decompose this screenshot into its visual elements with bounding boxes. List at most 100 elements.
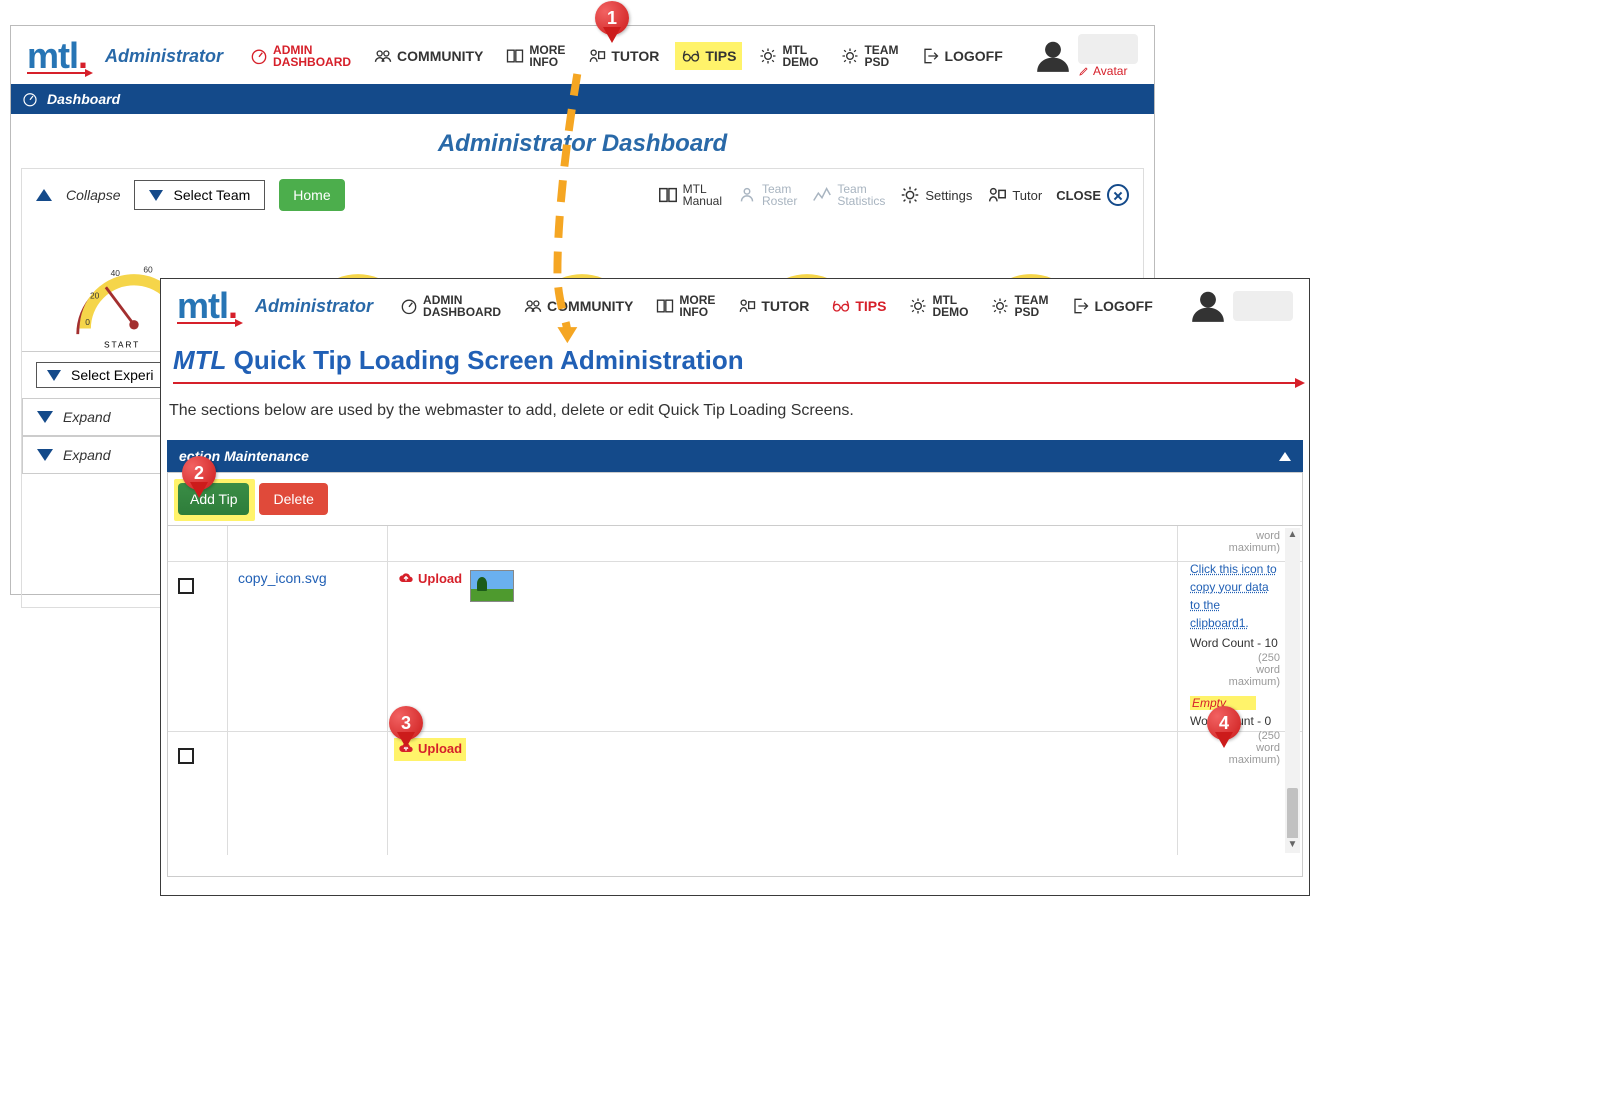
expand-label: Expand: [63, 409, 110, 425]
tool-team-roster[interactable]: TeamRoster: [736, 183, 797, 207]
nav-admin-dashboard[interactable]: ADMINDASHBOARD: [243, 40, 357, 72]
tips-grid: copy_icon.svg Upload: [168, 525, 1302, 855]
avatar-block: [1189, 287, 1293, 325]
page-description: The sections below are used by the webma…: [161, 394, 1309, 440]
logo-underline-arrow: [27, 72, 87, 74]
nav-admin-dashboard[interactable]: ADMINDASHBOARD: [393, 290, 507, 322]
role-label: Administrator: [105, 46, 223, 67]
upload-cell: Upload: [388, 732, 1178, 842]
upload-highlight: Upload: [394, 738, 466, 761]
svg-text:20: 20: [90, 291, 100, 301]
chevron-down-icon: [149, 190, 163, 201]
scroll-up-button[interactable]: ▲: [1285, 528, 1300, 543]
logo: mtl.: [27, 38, 87, 74]
close-button[interactable]: CLOSE: [1056, 184, 1129, 206]
gauge-icon: [21, 90, 39, 108]
tool-team-statistics[interactable]: TeamStatistics: [811, 183, 885, 207]
filename-cell[interactable]: [228, 732, 388, 842]
table-row: Upload: [168, 732, 1302, 842]
collapse-triangle-icon: [1279, 452, 1291, 461]
table-row: copy_icon.svg Upload: [168, 562, 1302, 732]
add-tip-button[interactable]: Add Tip: [178, 483, 249, 515]
nav-community[interactable]: COMMUNITY: [517, 292, 639, 320]
avatar-block: Avatar: [1034, 34, 1138, 78]
dashboard-toolbar: Collapse Select Team Home MTLManual Team…: [22, 169, 1143, 221]
edit-avatar-link[interactable]: Avatar: [1078, 64, 1127, 78]
svg-text:40: 40: [111, 268, 121, 278]
collapse-label: Collapse: [66, 187, 120, 203]
nav-logoff[interactable]: LOGOFF: [914, 42, 1008, 70]
logo: mtl.: [177, 288, 237, 324]
logout-icon: [920, 46, 940, 66]
logo-text: mtl: [177, 285, 228, 326]
pencil-icon: [1078, 65, 1090, 77]
word-count: Word Count - 0: [1190, 714, 1280, 728]
nav-mtl-demo[interactable]: MTLDEMO: [752, 40, 824, 72]
avatar-icon: [1034, 37, 1072, 75]
row-checkbox[interactable]: [178, 578, 194, 594]
front-nav: mtl. Administrator ADMINDASHBOARD COMMUN…: [161, 279, 1309, 331]
nav-team-psd[interactable]: TEAMPSD: [834, 40, 904, 72]
book-icon: [657, 184, 679, 206]
nav-logoff[interactable]: LOGOFF: [1064, 292, 1158, 320]
glasses-icon: [831, 296, 851, 316]
glasses-icon: [681, 46, 701, 66]
back-nav: mtl. Administrator ADMINDASHBOARD COMMUN…: [11, 26, 1154, 84]
nav-tips-highlighted[interactable]: TIPS: [675, 42, 742, 70]
section-heading-label: ection Maintenance: [179, 448, 309, 464]
gear-icon: [840, 46, 860, 66]
dashboard-bar-label: Dashboard: [47, 91, 120, 107]
home-button[interactable]: Home: [279, 179, 344, 211]
admin-dashboard-heading: Administrator Dashboard: [11, 130, 1154, 158]
tool-settings[interactable]: Settings: [899, 184, 972, 206]
nav-team-psd[interactable]: TEAMPSD: [984, 290, 1054, 322]
image-thumbnail: [470, 570, 514, 602]
nav-more-info[interactable]: MOREINFO: [499, 40, 571, 72]
scroll-down-button[interactable]: ▼: [1285, 838, 1300, 853]
avatar-icon: [1189, 287, 1227, 325]
tool-mtl-manual[interactable]: MTLManual: [657, 183, 722, 207]
upload-button-highlighted[interactable]: Upload: [398, 740, 462, 756]
tool-tutor[interactable]: Tutor: [986, 184, 1042, 206]
add-tip-highlight: Add Tip: [174, 479, 255, 521]
upload-button[interactable]: Upload: [398, 570, 462, 586]
logout-icon: [1070, 296, 1090, 316]
gear-icon: [990, 296, 1010, 316]
empty-label[interactable]: Empty: [1192, 696, 1226, 710]
title-arrow-divider: [173, 382, 1297, 384]
close-icon: [1107, 184, 1129, 206]
row-checkbox[interactable]: [178, 748, 194, 764]
nav-more-info[interactable]: MOREINFO: [649, 290, 721, 322]
select-team-dropdown[interactable]: Select Team: [134, 180, 265, 210]
select-experiment-dropdown[interactable]: Select Experi: [36, 362, 164, 388]
section-body: Add Tip Delete copy_icon.svg Upload: [167, 472, 1303, 877]
filename-cell[interactable]: copy_icon.svg: [228, 562, 388, 731]
tutor-icon: [986, 184, 1008, 206]
vertical-scrollbar[interactable]: ▲ ▼: [1285, 528, 1300, 853]
nav-tutor[interactable]: TUTOR: [581, 42, 665, 70]
collapse-triangle-icon[interactable]: [36, 189, 52, 201]
grid-header-row: [168, 526, 1302, 562]
people-icon: [736, 184, 758, 206]
section-maintenance-header[interactable]: ection Maintenance: [167, 440, 1303, 472]
expand-label: Expand: [63, 447, 110, 463]
delete-button[interactable]: Delete: [259, 483, 327, 515]
tip-text-link[interactable]: Click this icon to copy your data to the…: [1190, 560, 1280, 632]
nav-community[interactable]: COMMUNITY: [367, 42, 489, 70]
tutor-icon: [737, 296, 757, 316]
nav-tips-active[interactable]: TIPS: [825, 292, 892, 320]
dash-right-tools: MTLManual TeamRoster TeamStatistics Sett…: [657, 183, 1129, 207]
upload-cell: Upload: [388, 562, 1178, 731]
book-icon: [505, 46, 525, 66]
role-label: Administrator: [255, 296, 373, 317]
select-experiment-label: Select Experi: [71, 367, 153, 383]
nav-tutor[interactable]: TUTOR: [731, 292, 815, 320]
logo-underline-arrow: [177, 322, 237, 324]
front-window: mtl. Administrator ADMINDASHBOARD COMMUN…: [160, 278, 1310, 896]
expand-triangle-icon: [37, 449, 53, 461]
svg-text:START: START: [104, 339, 140, 349]
empty-highlight: Empty: [1190, 696, 1256, 710]
nav-mtl-demo[interactable]: MTLDEMO: [902, 290, 974, 322]
gauge-icon: [399, 296, 419, 316]
gauge-icon: [249, 46, 269, 66]
